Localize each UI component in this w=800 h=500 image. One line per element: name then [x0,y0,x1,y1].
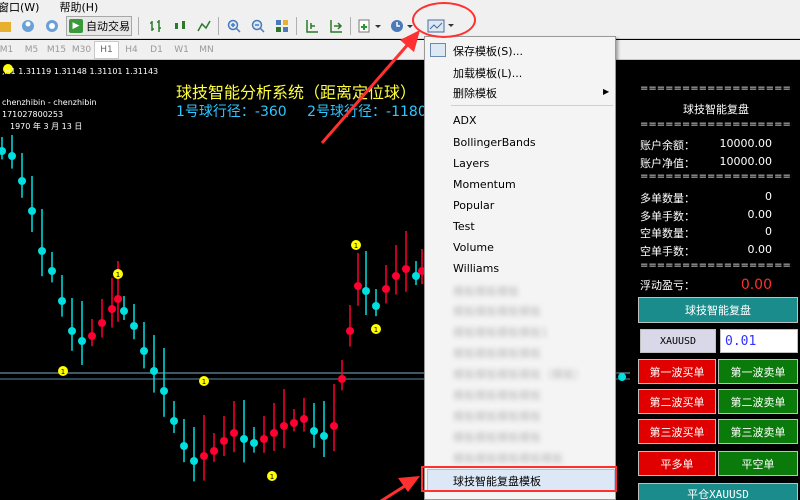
arrow-to-replay-template [379,476,420,500]
arrow-to-templates [320,30,420,144]
mt4-window: 窗口(W) 帮助(H) ▶ 自动交易 M1 M5 M15 M30 H1 H4 D… [0,0,800,500]
annotation-arrows [320,30,420,500]
